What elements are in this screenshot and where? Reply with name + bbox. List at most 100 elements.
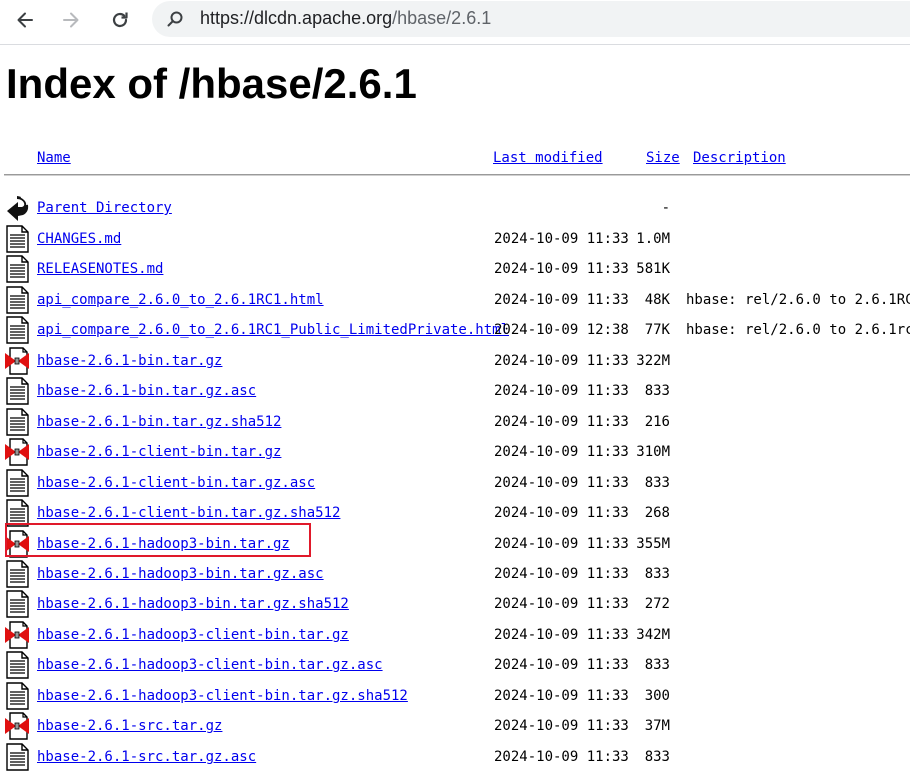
file-link[interactable]: hbase-2.6.1-bin.tar.gz — [37, 353, 222, 369]
last-modified-cell: 2024-10-09 11:33 — [494, 536, 629, 552]
table-row: hbase-2.6.1-src.tar.gz 2024-10-09 11:33 37… — [0, 711, 910, 741]
last-modified-cell: 2024-10-09 11:33 — [494, 353, 629, 369]
text-file-icon — [4, 225, 30, 253]
size-cell: 833 — [644, 566, 670, 582]
size-cell: 268 — [644, 505, 670, 521]
table-row: hbase-2.6.1-client-bin.tar.gz.asc 2024-10… — [0, 468, 910, 498]
file-link[interactable]: CHANGES.md — [37, 231, 121, 247]
column-header-size[interactable]: Size — [646, 150, 680, 166]
size-cell: 300 — [644, 688, 670, 704]
text-file-icon — [4, 469, 30, 497]
last-modified-cell: 2024-10-09 11:33 — [494, 414, 629, 430]
size-cell: 310M — [636, 444, 670, 460]
last-modified-cell: 2024-10-09 11:33 — [494, 749, 629, 765]
file-link[interactable]: hbase-2.6.1-src.tar.gz.asc — [37, 749, 256, 765]
size-cell: 833 — [644, 749, 670, 765]
last-modified-cell: 2024-10-09 11:33 — [494, 505, 629, 521]
last-modified-cell: 2024-10-09 11:33 — [494, 292, 629, 308]
file-link[interactable]: hbase-2.6.1-hadoop3-bin.tar.gz.asc — [37, 566, 324, 582]
last-modified-cell: 2024-10-09 11:33 — [494, 566, 629, 582]
size-cell: 37M — [644, 718, 670, 734]
text-file-icon — [4, 316, 30, 344]
url-path: /hbase/2.6.1 — [392, 8, 492, 28]
description-cell: hbase: rel/2.6.0 to 2.6.1RC1 — [686, 292, 910, 308]
table-row: CHANGES.md 2024-10-09 11:33 1.0M — [0, 224, 910, 254]
file-link[interactable]: hbase-2.6.1-src.tar.gz — [37, 718, 222, 734]
page-title: Index of /hbase/2.6.1 — [6, 60, 417, 107]
table-row: hbase-2.6.1-hadoop3-client-bin.tar.gz.as… — [0, 650, 910, 680]
table-row: RELEASENOTES.md 2024-10-09 11:33 581K — [0, 254, 910, 284]
back-arrow-icon — [4, 194, 30, 222]
table-row: hbase-2.6.1-hadoop3-bin.tar.gz.asc 2024-1… — [0, 559, 910, 589]
file-link[interactable]: hbase-2.6.1-hadoop3-client-bin.tar.gz.sh… — [37, 688, 408, 704]
table-row: api_compare_2.6.0_to_2.6.1RC1_Public_Lim… — [0, 315, 910, 345]
reload-icon — [112, 12, 128, 28]
file-link[interactable]: hbase-2.6.1-bin.tar.gz.asc — [37, 383, 256, 399]
size-cell: 216 — [644, 414, 670, 430]
last-modified-cell: 2024-10-09 11:33 — [494, 688, 629, 704]
size-cell: 48K — [644, 292, 670, 308]
text-file-icon — [4, 590, 30, 618]
description-cell: hbase: rel/2.6.0 to 2.6.1rc1 — [686, 322, 910, 338]
back-button[interactable] — [8, 5, 42, 35]
text-file-icon — [4, 286, 30, 314]
size-cell: 322M — [636, 353, 670, 369]
size-cell: 833 — [644, 657, 670, 673]
file-link[interactable]: RELEASENOTES.md — [37, 261, 163, 277]
text-file-icon — [4, 560, 30, 588]
size-cell: 77K — [644, 322, 670, 338]
last-modified-cell: 2024-10-09 12:38 — [494, 322, 629, 338]
reload-button[interactable] — [103, 5, 137, 35]
table-row: hbase-2.6.1-src.tar.gz.asc 2024-10-09 11:… — [0, 742, 910, 772]
column-header-last-modified[interactable]: Last modified — [493, 150, 603, 166]
search-icon — [167, 11, 183, 27]
text-file-icon — [4, 255, 30, 283]
text-file-icon — [4, 682, 30, 710]
header-divider — [4, 174, 910, 176]
compressed-file-icon — [4, 712, 30, 740]
compressed-file-icon — [4, 438, 30, 466]
text-file-icon — [4, 651, 30, 679]
file-link[interactable]: hbase-2.6.1-client-bin.tar.gz — [37, 444, 281, 460]
last-modified-cell: 2024-10-09 11:33 — [494, 261, 629, 277]
size-cell: 355M — [636, 536, 670, 552]
compressed-file-icon — [4, 621, 30, 649]
arrow-left-icon — [17, 12, 33, 28]
file-link[interactable]: hbase-2.6.1-bin.tar.gz.sha512 — [37, 414, 281, 430]
address-bar[interactable]: https://dlcdn.apache.org/hbase/2.6.1 — [152, 1, 910, 37]
table-row: Parent Directory - — [0, 193, 910, 223]
last-modified-cell: 2024-10-09 11:33 — [494, 718, 629, 734]
browser-toolbar: https://dlcdn.apache.org/hbase/2.6.1 — [0, 0, 910, 45]
size-cell: 581K — [636, 261, 670, 277]
column-header-name[interactable]: Name — [37, 150, 71, 166]
file-link[interactable]: hbase-2.6.1-hadoop3-bin.tar.gz.sha512 — [37, 596, 349, 612]
size-cell: 1.0M — [636, 231, 670, 247]
last-modified-cell: 2024-10-09 11:33 — [494, 596, 629, 612]
forward-button[interactable] — [54, 5, 88, 35]
table-row: hbase-2.6.1-hadoop3-client-bin.tar.gz 202… — [0, 620, 910, 650]
parent-directory-link[interactable]: Parent Directory — [37, 200, 172, 216]
file-link[interactable]: hbase-2.6.1-hadoop3-client-bin.tar.gz.as… — [37, 657, 383, 673]
size-cell: 272 — [644, 596, 670, 612]
column-header-description[interactable]: Description — [693, 150, 786, 166]
table-row: api_compare_2.6.0_to_2.6.1RC1.html 2024-1… — [0, 285, 910, 315]
last-modified-cell: 2024-10-09 11:33 — [494, 475, 629, 491]
file-link[interactable]: api_compare_2.6.0_to_2.6.1RC1_Public_Lim… — [37, 322, 509, 338]
table-row: hbase-2.6.1-bin.tar.gz.asc 2024-10-09 11:… — [0, 376, 910, 406]
text-file-icon — [4, 377, 30, 405]
last-modified-cell: 2024-10-09 11:33 — [494, 627, 629, 643]
file-link[interactable]: api_compare_2.6.0_to_2.6.1RC1.html — [37, 292, 324, 308]
file-link[interactable]: hbase-2.6.1-client-bin.tar.gz.asc — [37, 475, 315, 491]
url-text[interactable]: https://dlcdn.apache.org/hbase/2.6.1 — [200, 8, 491, 29]
table-row: hbase-2.6.1-bin.tar.gz.sha512 2024-10-09 … — [0, 407, 910, 437]
size-cell: 833 — [644, 383, 670, 399]
size-cell: 833 — [644, 475, 670, 491]
size-cell: 342M — [636, 627, 670, 643]
table-row: hbase-2.6.1-client-bin.tar.gz 2024-10-09 … — [0, 437, 910, 467]
last-modified-cell: 2024-10-09 11:33 — [494, 231, 629, 247]
table-row: hbase-2.6.1-hadoop3-bin.tar.gz.sha512 202… — [0, 589, 910, 619]
size-cell: - — [661, 200, 670, 216]
file-link[interactable]: hbase-2.6.1-client-bin.tar.gz.sha512 — [37, 505, 340, 521]
arrow-right-icon — [63, 12, 79, 28]
file-link[interactable]: hbase-2.6.1-hadoop3-client-bin.tar.gz — [37, 627, 349, 643]
